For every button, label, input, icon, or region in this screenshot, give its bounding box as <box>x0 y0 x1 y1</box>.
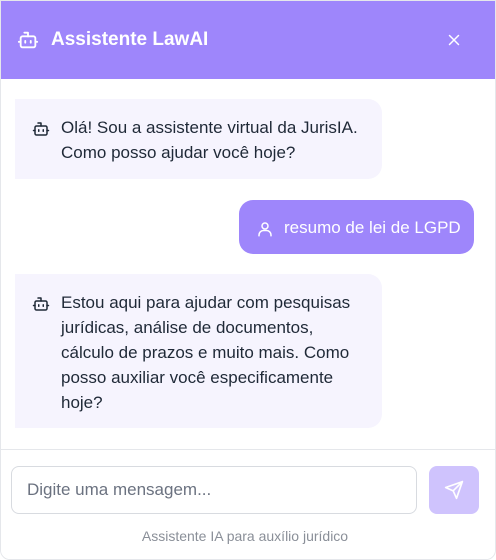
assistant-message: Olá! Sou a assistente virtual da JurisIA… <box>15 99 382 179</box>
message-input[interactable] <box>11 466 417 514</box>
message-text: Olá! Sou a assistente virtual da JurisIA… <box>61 118 358 162</box>
chat-window: Assistente LawAI Olá! Sou a assistente v… <box>0 0 496 560</box>
send-icon <box>444 480 464 500</box>
chat-header: Assistente LawAI <box>1 1 495 79</box>
bot-icon <box>32 295 50 313</box>
chat-title: Assistente LawAI <box>51 29 209 50</box>
message-text: Estou aqui para ajudar com pesquisas jur… <box>61 293 351 412</box>
composer: Assistente IA para auxílio jurídico <box>1 449 495 559</box>
user-icon <box>256 220 274 238</box>
assistant-message: Estou aqui para ajudar com pesquisas jur… <box>15 274 382 428</box>
bot-icon <box>17 29 39 51</box>
close-button[interactable] <box>441 27 467 53</box>
footer-note: Assistente IA para auxílio jurídico <box>141 528 349 544</box>
close-icon <box>448 34 460 46</box>
message-list[interactable]: Olá! Sou a assistente virtual da JurisIA… <box>1 79 495 449</box>
message-text: resumo de lei de LGPD <box>284 218 461 237</box>
send-button[interactable] <box>429 466 479 514</box>
user-message: resumo de lei de LGPD <box>239 200 474 254</box>
bot-icon <box>32 120 50 138</box>
